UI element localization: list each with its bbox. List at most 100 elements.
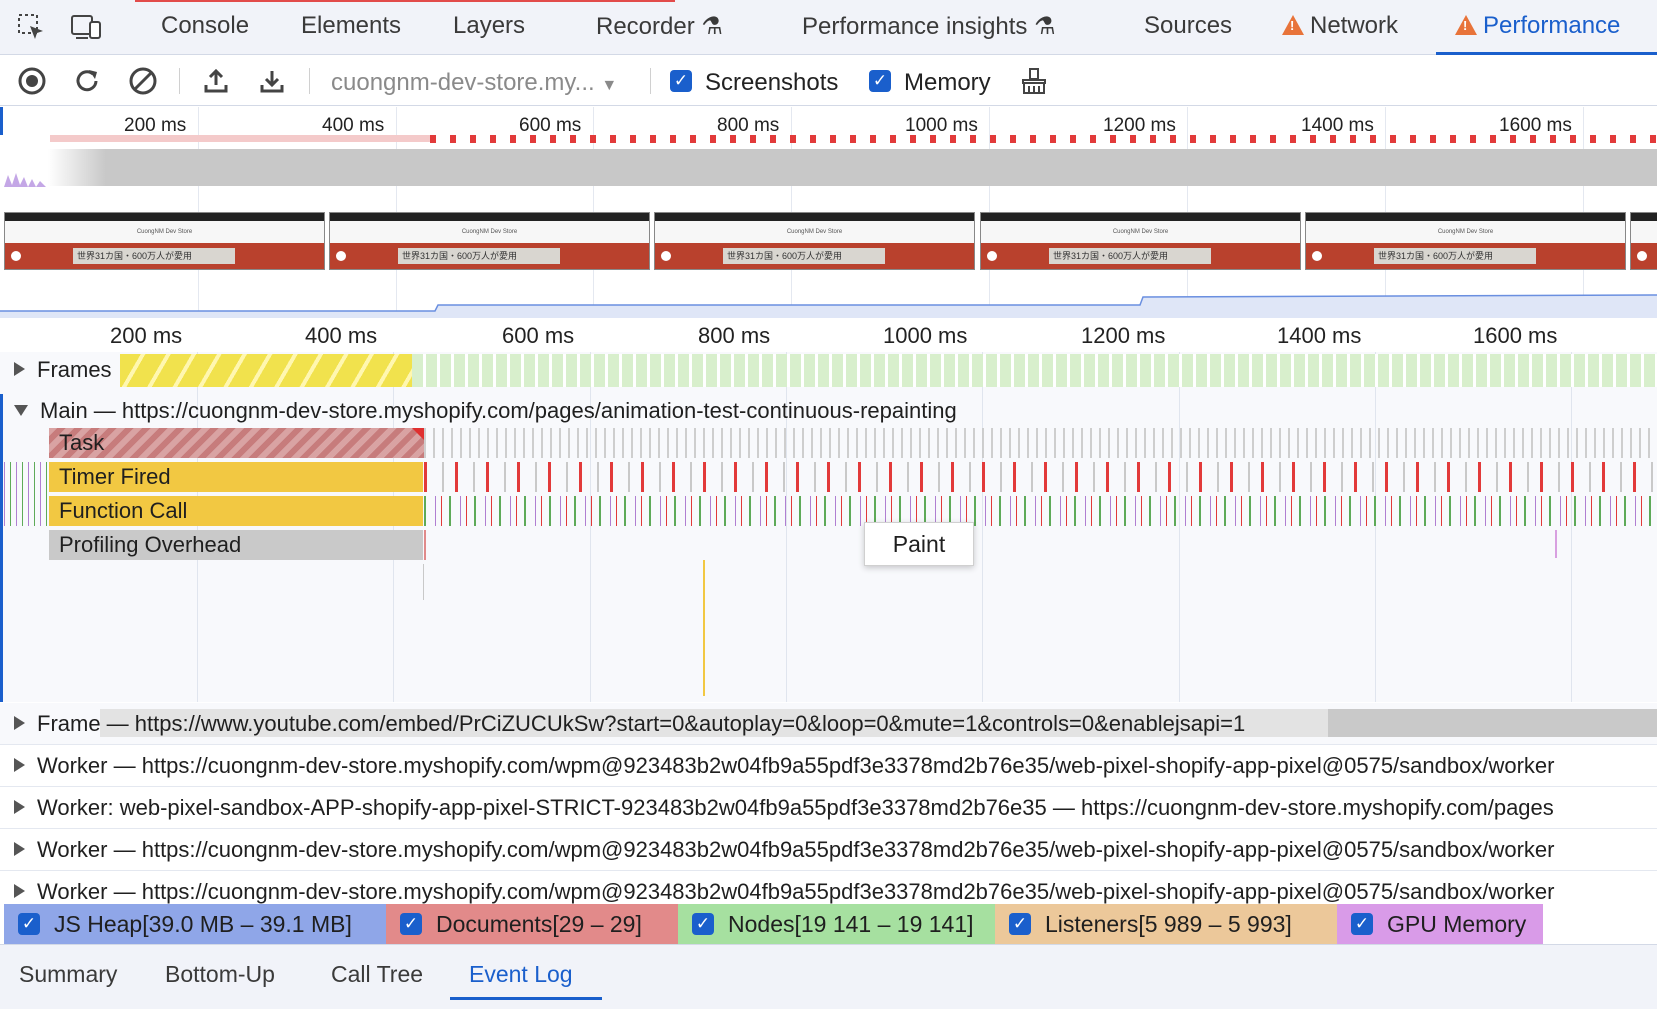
- ruler-tick: 1200 ms: [1081, 323, 1166, 348]
- track-worker-label: Worker: web-pixel-sandbox-APP-shopify-ap…: [37, 795, 1554, 820]
- counter-nodes[interactable]: ✓ Nodes[19 141 – 19 141]: [678, 904, 995, 944]
- gpu-memory-checkbox[interactable]: ✓: [1351, 913, 1373, 935]
- function-slices[interactable]: [424, 496, 1657, 526]
- profile-select[interactable]: cuongnm-dev-store.my... ▼: [331, 69, 617, 97]
- expand-arrow-icon: [14, 842, 25, 856]
- nodes-checkbox[interactable]: ✓: [692, 913, 714, 935]
- tab-summary[interactable]: Summary: [19, 961, 117, 988]
- tab-layers[interactable]: Layers: [453, 12, 525, 40]
- tab-console[interactable]: Console: [161, 12, 249, 40]
- screenshot-banner-text: 世界31カ国・600万人が愛用: [723, 248, 885, 264]
- track-frames[interactable]: Frames: [14, 357, 112, 383]
- documents-checkbox[interactable]: ✓: [400, 913, 422, 935]
- js-heap-checkbox[interactable]: ✓: [18, 913, 40, 935]
- counter-documents[interactable]: ✓ Documents[29 – 29]: [386, 904, 678, 944]
- tab-performance[interactable]: Performance: [1455, 12, 1620, 40]
- flame-function-call[interactable]: Function Call: [49, 496, 423, 526]
- track-worker[interactable]: Worker — https://cuongnm-dev-store.mysho…: [0, 829, 1657, 871]
- flame-task[interactable]: Task: [49, 428, 424, 458]
- tab-elements[interactable]: Elements: [301, 12, 401, 40]
- grid-line: [1571, 352, 1572, 702]
- overview-tick: 1200 ms: [1103, 115, 1176, 136]
- counter-gpu-memory[interactable]: ✓ GPU Memory: [1337, 904, 1543, 944]
- flame-slice[interactable]: [424, 530, 426, 560]
- device-toolbar-icon[interactable]: [70, 12, 104, 42]
- inspect-element-icon[interactable]: [16, 12, 46, 42]
- screenshots-checkbox[interactable]: ✓: [670, 70, 692, 92]
- track-worker[interactable]: Worker — https://cuongnm-dev-store.mysho…: [0, 745, 1657, 787]
- screenshot-thumbnail[interactable]: CuongNM Dev Store 世界31カ国・600万人が愛用: [980, 212, 1301, 270]
- screenshot-banner-text: 世界31カ国・600万人が愛用: [398, 248, 560, 264]
- memory-overview-graph: [0, 294, 1657, 318]
- devtools-tab-bar: Console Elements Layers Recorder ⚗ Perfo…: [0, 0, 1657, 55]
- ruler-tick: 1600 ms: [1473, 323, 1558, 348]
- counter-js-heap[interactable]: ✓ JS Heap[39.0 MB – 39.1 MB]: [4, 904, 386, 944]
- grid-line: [982, 352, 983, 702]
- cpu-usage-area: [48, 149, 1657, 186]
- track-frame-title: Frame — https://www.youtube.com/embed/Pr…: [14, 711, 1245, 737]
- tab-sources[interactable]: Sources: [1144, 12, 1232, 40]
- tab-network[interactable]: Network: [1282, 12, 1398, 40]
- screenshot-banner-text: 世界31カ国・600万人が愛用: [1374, 248, 1536, 264]
- track-worker[interactable]: Worker: web-pixel-sandbox-APP-shopify-ap…: [0, 787, 1657, 829]
- timer-slices[interactable]: [424, 462, 1657, 492]
- long-task-marker: [412, 428, 424, 440]
- screenshot-thumbnail[interactable]: CuongNM Dev Store 世界31カ国・600万人が愛用: [654, 212, 975, 270]
- counter-nodes-label: Nodes[19 141 – 19 141]: [728, 911, 974, 937]
- overview-window-handle[interactable]: [0, 107, 3, 135]
- record-button[interactable]: [15, 64, 49, 98]
- collect-garbage-icon[interactable]: [1017, 64, 1051, 98]
- frame-track-activity: [1328, 709, 1657, 737]
- tab-performance-insights-label: Performance insights: [802, 13, 1028, 40]
- clear-button[interactable]: [126, 64, 160, 98]
- track-worker-title: Worker — https://cuongnm-dev-store.mysho…: [14, 837, 1554, 863]
- tab-event-log[interactable]: Event Log: [469, 961, 573, 988]
- screenshot-thumbnail[interactable]: CuongNM Dev Store 世界31カ国・600万人が愛用: [329, 212, 650, 270]
- counter-listeners-label: Listeners[5 989 – 5 993]: [1045, 911, 1292, 937]
- track-main-label: Main — https://cuongnm-dev-store.myshopi…: [40, 398, 957, 423]
- download-icon[interactable]: [255, 64, 289, 98]
- tab-call-tree[interactable]: Call Tree: [331, 961, 423, 988]
- tab-bottom-up[interactable]: Bottom-Up: [165, 961, 275, 988]
- frames-presented-bars: [412, 354, 1657, 387]
- flame-timer-fired[interactable]: Timer Fired: [49, 462, 423, 492]
- ruler-tick: 1400 ms: [1277, 323, 1362, 348]
- flame-slice[interactable]: [423, 564, 424, 600]
- counter-listeners[interactable]: ✓ Listeners[5 989 – 5 993]: [995, 904, 1337, 944]
- paint-slice[interactable]: [703, 560, 705, 696]
- performance-toolbar: cuongnm-dev-store.my... ▼ ✓ Screenshots …: [0, 56, 1657, 106]
- track-frame[interactable]: Frame — https://www.youtube.com/embed/Pr…: [0, 703, 1657, 745]
- reload-profile-button[interactable]: [70, 64, 104, 98]
- screenshot-thumbnail[interactable]: CuongNM Dev Store 世界31カ国・600万人が愛用: [4, 212, 325, 270]
- listeners-checkbox[interactable]: ✓: [1009, 913, 1031, 935]
- screenshot-thumbnail[interactable]: CuongNM Dev Store 世界31カ国・600万人が愛用: [1305, 212, 1626, 270]
- overview-tick: 600 ms: [519, 115, 582, 136]
- tab-performance-insights[interactable]: Performance insights ⚗: [802, 12, 1056, 41]
- ruler-tick: 1000 ms: [883, 323, 968, 348]
- toolbar-divider: [309, 68, 310, 94]
- cpu-activity-spikes: [4, 173, 46, 187]
- early-slices[interactable]: [4, 462, 48, 526]
- track-worker[interactable]: Worker — https://cuongnm-dev-store.mysho…: [0, 871, 1657, 904]
- active-tab-underline: [1436, 52, 1657, 55]
- timeline-overview[interactable]: 200 ms 400 ms 600 ms 800 ms 1000 ms 1200…: [0, 107, 1657, 318]
- upload-icon[interactable]: [199, 64, 233, 98]
- track-worker-label: Worker — https://cuongnm-dev-store.mysho…: [37, 879, 1555, 904]
- expand-arrow-icon: [14, 758, 25, 772]
- flame-profiling-overhead[interactable]: Profiling Overhead: [49, 530, 423, 560]
- screenshot-store-name: CuongNM Dev Store: [981, 221, 1300, 243]
- flask-icon: ⚗: [701, 13, 723, 40]
- ruler-tick: 800 ms: [698, 323, 771, 348]
- flame-slice[interactable]: [1555, 530, 1557, 558]
- track-worker-label: Worker — https://cuongnm-dev-store.mysho…: [37, 753, 1555, 778]
- screenshot-store-name: CuongNM Dev Store: [5, 221, 324, 243]
- grid-line: [1375, 352, 1376, 702]
- track-main[interactable]: Main — https://cuongnm-dev-store.myshopi…: [14, 398, 957, 424]
- tab-recorder[interactable]: Recorder ⚗: [596, 12, 723, 41]
- task-slices[interactable]: [424, 428, 1657, 458]
- screenshot-thumbnail[interactable]: [1630, 212, 1657, 270]
- overview-tick: 800 ms: [717, 115, 780, 136]
- memory-checkbox[interactable]: ✓: [869, 70, 891, 92]
- flamechart-main[interactable]: Frames Main — https://cuongnm-dev-store.…: [0, 352, 1657, 702]
- memory-label: Memory: [904, 69, 991, 96]
